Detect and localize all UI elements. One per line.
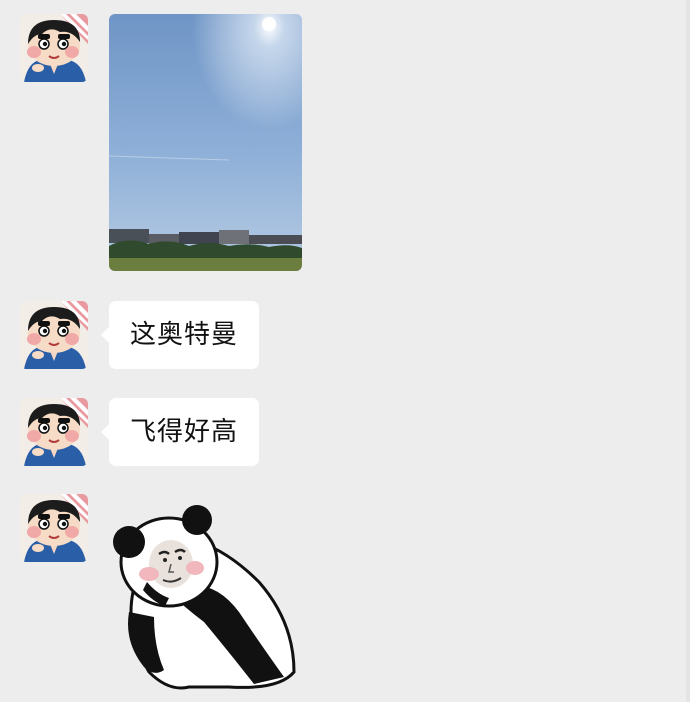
- cartoon-boy-avatar-icon[interactable]: [20, 398, 88, 466]
- cartoon-boy-avatar-icon[interactable]: [20, 494, 88, 562]
- cartoon-boy-avatar-icon[interactable]: [20, 301, 88, 369]
- cartoon-boy-avatar-icon[interactable]: [20, 14, 88, 82]
- chat-window: 这奥特曼 飞得好高: [0, 0, 690, 702]
- panda-meme-sticker[interactable]: [109, 502, 309, 692]
- sky-photo[interactable]: [109, 14, 302, 271]
- message-bubble[interactable]: 飞得好高: [100, 398, 260, 466]
- message-bubble[interactable]: 这奥特曼: [100, 301, 260, 369]
- scrollbar[interactable]: [686, 0, 690, 702]
